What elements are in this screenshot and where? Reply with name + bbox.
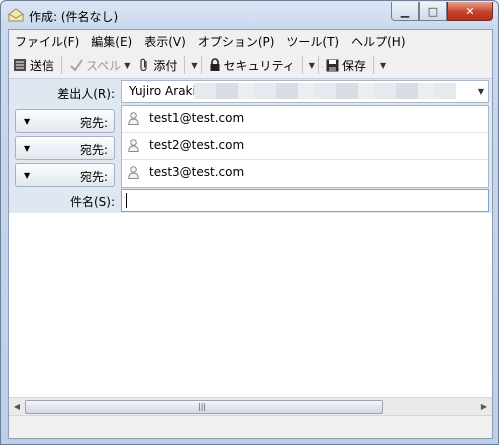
close-icon: ✕ — [465, 4, 475, 18]
text-caret — [126, 193, 127, 208]
person-icon — [128, 139, 139, 152]
menu-tools[interactable]: ツール(T) — [280, 30, 345, 52]
recipient-type-label: 宛先: — [79, 170, 108, 184]
toolbar-separator — [372, 56, 374, 74]
recipient-address: test2@test.com — [149, 138, 245, 152]
menu-help[interactable]: ヘルプ(H) — [345, 30, 411, 52]
menu-edit[interactable]: 編集(E) — [85, 30, 138, 52]
recipient-type-button[interactable]: ▼ 宛先: — [15, 136, 115, 160]
save-dropdown-icon[interactable]: ▼ — [380, 61, 386, 70]
send-icon — [14, 59, 26, 71]
minimize-button[interactable]: ▁ — [391, 2, 419, 21]
scroll-left-icon[interactable]: ◀ — [10, 400, 24, 413]
grip-icon: ||| — [198, 402, 207, 411]
toolbar-separator — [301, 56, 303, 74]
menu-file[interactable]: ファイル(F) — [9, 30, 85, 52]
attach-label: 添付 — [153, 58, 178, 73]
message-body[interactable] — [9, 213, 492, 397]
redacted-address — [194, 83, 456, 99]
message-header: 差出人(R): Yujiro Araki ▼ ▼ 宛先: ▼ 宛先: ▼ 宛先: — [9, 78, 492, 214]
chevron-down-icon: ▼ — [24, 171, 31, 180]
attach-button[interactable]: 添付 — [134, 54, 181, 76]
from-value: Yujiro Araki — [129, 84, 196, 98]
person-icon — [128, 112, 139, 125]
security-label: セキュリティ — [223, 58, 295, 73]
minimize-icon: ▁ — [400, 4, 410, 18]
spell-button[interactable]: スペル ▼ — [65, 54, 134, 76]
recipient-address: test1@test.com — [149, 111, 245, 125]
recipient-list: test1@test.com test2@test.com test3@test… — [121, 105, 489, 188]
title-bar[interactable]: 作成: (件名なし) ▁ □ ✕ — [1, 1, 498, 29]
from-label: 差出人(R): — [57, 87, 115, 101]
close-button[interactable]: ✕ — [447, 2, 493, 21]
paperclip-icon — [140, 58, 147, 72]
window-title: 作成: (件名なし) — [29, 10, 119, 24]
recipient-address: test3@test.com — [149, 165, 245, 179]
scrollbar-thumb[interactable]: ||| — [25, 400, 383, 414]
compose-window: 作成: (件名なし) ▁ □ ✕ ファイル(F) 編集(E) 表示(V) オプシ… — [0, 0, 499, 445]
chevron-down-icon[interactable]: ▼ — [478, 87, 484, 96]
status-bar — [9, 415, 492, 438]
spell-label: スペル — [86, 58, 122, 73]
security-button[interactable]: セキュリティ — [205, 54, 299, 76]
menu-options[interactable]: オプション(P) — [192, 30, 281, 52]
recipient-type-label: 宛先: — [79, 116, 108, 130]
recipient-type-button[interactable]: ▼ 宛先: — [15, 109, 115, 133]
floppy-icon — [326, 59, 339, 71]
send-label: 送信 — [30, 58, 55, 73]
save-button[interactable]: 保存 — [322, 54, 370, 76]
maximize-icon: □ — [427, 4, 439, 18]
compose-icon — [8, 8, 24, 22]
scroll-right-icon[interactable]: ▶ — [477, 400, 491, 413]
check-icon — [70, 59, 83, 72]
security-dropdown-icon[interactable]: ▼ — [309, 61, 315, 70]
subject-input[interactable] — [121, 189, 489, 212]
save-label: 保存 — [341, 58, 366, 73]
menu-bar: ファイル(F) 編集(E) 表示(V) オプション(P) ツール(T) ヘルプ(… — [9, 30, 492, 52]
recipient-row[interactable]: test2@test.com — [122, 133, 488, 160]
person-icon — [128, 166, 139, 179]
maximize-button[interactable]: □ — [419, 2, 447, 21]
horizontal-scrollbar[interactable]: ◀ ||| ▶ — [9, 397, 492, 415]
chevron-down-icon: ▼ — [24, 144, 31, 153]
recipient-type-label: 宛先: — [79, 143, 108, 157]
client-area: ファイル(F) 編集(E) 表示(V) オプション(P) ツール(T) ヘルプ(… — [8, 29, 493, 439]
spell-dropdown-icon[interactable]: ▼ — [124, 61, 130, 70]
recipient-row[interactable]: test1@test.com — [122, 106, 488, 133]
chevron-down-icon: ▼ — [24, 117, 31, 126]
send-button[interactable]: 送信 — [9, 54, 58, 76]
lock-icon — [210, 58, 220, 71]
toolbar: 送信 スペル ▼ 添付 ▼ セキュリティ ▼ 保存 ▼ — [9, 52, 492, 78]
from-select[interactable]: Yujiro Araki ▼ — [121, 80, 489, 103]
attach-dropdown-icon[interactable]: ▼ — [191, 61, 197, 70]
menu-view[interactable]: 表示(V) — [138, 30, 192, 52]
toolbar-separator — [184, 56, 186, 74]
recipient-row[interactable]: test3@test.com — [122, 160, 488, 186]
toolbar-separator — [317, 56, 319, 74]
toolbar-separator — [61, 56, 63, 74]
recipient-type-button[interactable]: ▼ 宛先: — [15, 163, 115, 187]
toolbar-separator — [200, 56, 202, 74]
subject-label: 件名(S): — [69, 195, 115, 209]
